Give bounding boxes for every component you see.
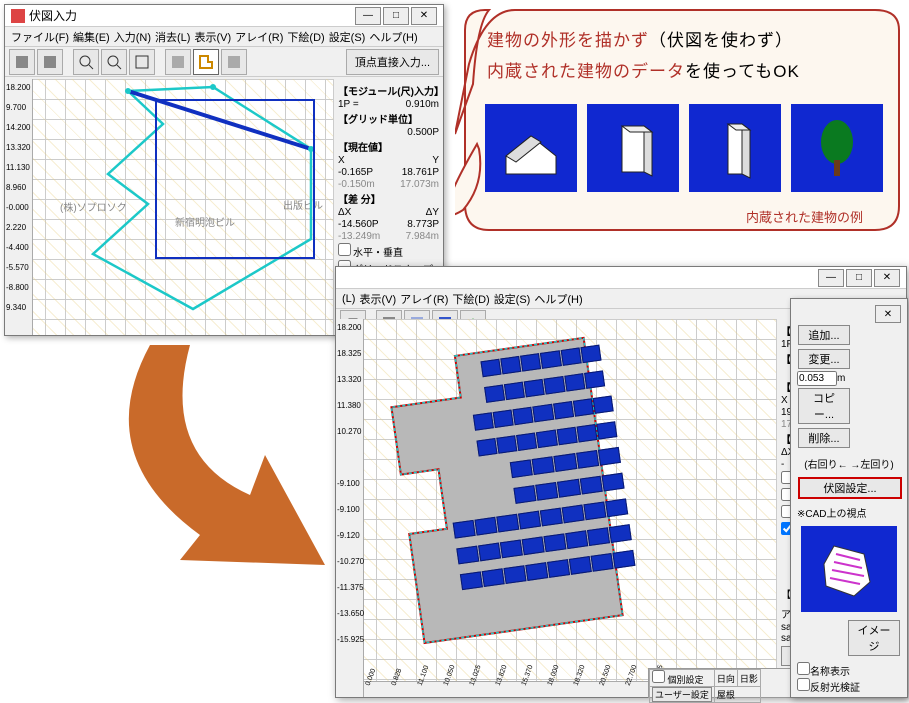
menu-erase[interactable]: 消去(L): [155, 29, 190, 45]
tool-rect2[interactable]: [37, 49, 63, 75]
menu-array[interactable]: アレイ(R): [235, 29, 283, 45]
titlebar: 伏図入力 — □ ✕: [5, 5, 443, 27]
close-button[interactable]: ✕: [874, 269, 900, 287]
menu-settings[interactable]: 設定(S): [329, 29, 366, 45]
example-tower1: [587, 104, 679, 192]
cb-show-name[interactable]: 名称表示: [797, 667, 850, 678]
tool-fit[interactable]: [129, 49, 155, 75]
selection-box: [155, 99, 315, 259]
add-button[interactable]: 追加...: [798, 325, 850, 345]
menu-input[interactable]: 入力(N): [114, 29, 151, 45]
menu-underlay[interactable]: 下絵(D): [452, 291, 489, 307]
menu-array[interactable]: アレイ(R): [400, 291, 448, 307]
callout-line2a: 内蔵された建物のデータ: [487, 62, 685, 81]
tool-zoom-out[interactable]: [101, 49, 127, 75]
examples-caption: 内蔵された建物の例: [746, 207, 863, 226]
callout-line2b: を使ってもOK: [685, 62, 800, 81]
menubar: ファイル(F) 編集(E) 入力(N) 消去(L) 表示(V) アレイ(R) 下…: [5, 27, 443, 47]
callout-line1a: 建物の外形を描かず: [487, 31, 649, 50]
delete-button[interactable]: 削除...: [798, 428, 850, 448]
transition-arrow-icon: [80, 335, 340, 595]
menu-help[interactable]: ヘルプ(H): [534, 291, 582, 307]
shadow-settings-panel: 個別設定 日向日影 ユーザー設定 屋根: [648, 668, 808, 698]
menu-view[interactable]: 表示(V): [194, 29, 231, 45]
titlebar: — □ ✕: [336, 267, 906, 289]
menu-view[interactable]: 表示(V): [359, 291, 396, 307]
menu-help[interactable]: ヘルプ(H): [369, 29, 417, 45]
menu-settings[interactable]: 設定(S): [494, 291, 531, 307]
module-header: 【モジュール(尺)入力】: [338, 83, 439, 98]
unit-input[interactable]: [797, 371, 837, 386]
cad-viewpoint-label: ※CAD上の視点: [797, 505, 901, 520]
ruler-vertical: 18.200 9.700 14.200 13.320 11.130 8.960 …: [5, 79, 33, 335]
example-house: [485, 104, 577, 192]
tool-grid2[interactable]: [221, 49, 247, 75]
app-icon: [11, 9, 25, 23]
example-tower2: [689, 104, 781, 192]
maximize-button[interactable]: □: [846, 269, 872, 287]
menu-partial[interactable]: (L): [342, 293, 355, 305]
minimize-button[interactable]: —: [818, 269, 844, 287]
fuzu-settings-button[interactable]: 伏図設定...: [798, 477, 902, 499]
maximize-button[interactable]: □: [383, 7, 409, 25]
dlg-close-button[interactable]: ✕: [875, 305, 901, 323]
window-title: 伏図入力: [29, 7, 77, 24]
tool-grid1[interactable]: [165, 49, 191, 75]
change-button[interactable]: 変更...: [798, 349, 850, 369]
toolbar: 頂点直接入力...: [5, 47, 443, 77]
cb-reflection[interactable]: 反射光検証: [797, 683, 860, 694]
close-button[interactable]: ✕: [411, 7, 437, 25]
vertex-direct-input-button[interactable]: 頂点直接入力...: [346, 49, 439, 75]
menu-underlay[interactable]: 下絵(D): [287, 29, 324, 45]
tool-zoom-in[interactable]: [73, 49, 99, 75]
cb-individual[interactable]: [652, 670, 665, 683]
tool-shape[interactable]: [193, 49, 219, 75]
image-button[interactable]: イメージ: [848, 620, 900, 656]
menu-edit[interactable]: 編集(E): [73, 29, 110, 45]
ruler-vertical: 18.200 18.325 13.320 11.380 10.270 -9.10…: [336, 319, 364, 697]
tool-rect1[interactable]: [9, 49, 35, 75]
callout-line1b: （伏図を使わず）: [649, 31, 793, 50]
canvas[interactable]: 18.200 18.325 13.320 11.380 10.270 -9.10…: [336, 319, 776, 697]
settings-dialog: ✕ 追加... 変更... m コピー... 削除... (右回り← →左回り)…: [790, 298, 908, 698]
callout-text: 建物の外形を描かず（伏図を使わず） 内蔵された建物のデータを使ってもOK: [487, 26, 800, 87]
cad-preview: [801, 526, 897, 612]
building-examples: [485, 104, 883, 192]
canvas[interactable]: 18.200 9.700 14.200 13.320 11.130 8.960 …: [5, 79, 333, 335]
example-tree: [791, 104, 883, 192]
menu-file[interactable]: ファイル(F): [11, 29, 69, 45]
copy-button[interactable]: コピー...: [798, 388, 850, 424]
cb-horizontal[interactable]: 水平・垂直: [338, 243, 439, 259]
rotation-label: (右回り← →左回り): [797, 456, 901, 471]
minimize-button[interactable]: —: [355, 7, 381, 25]
callout-bubble: 建物の外形を描かず（伏図を使わず） 内蔵された建物のデータを使ってもOK 内蔵さ…: [455, 4, 905, 238]
